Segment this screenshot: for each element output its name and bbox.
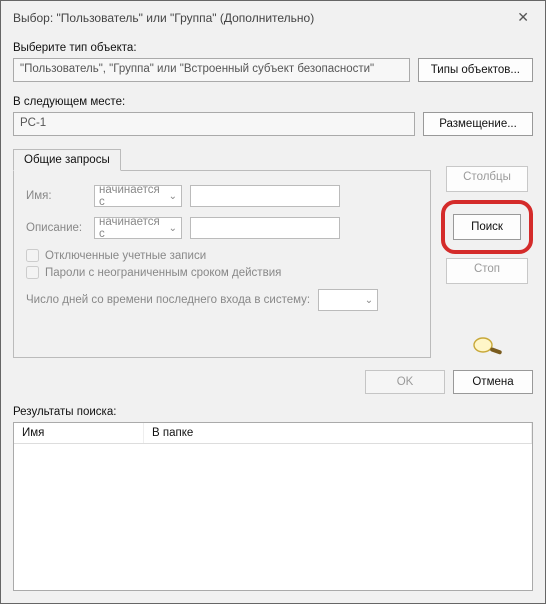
column-folder[interactable]: В папке (144, 423, 532, 443)
window-title: Выбор: "Пользователь" или "Группа" (Допо… (13, 11, 314, 25)
name-label: Имя: (26, 190, 86, 202)
close-icon[interactable]: ✕ (511, 9, 535, 26)
search-button[interactable]: Поиск (453, 214, 521, 240)
object-type-label: Выберите тип объекта: (13, 42, 533, 54)
column-name[interactable]: Имя (14, 423, 144, 443)
ok-button[interactable]: OK (365, 370, 445, 394)
disabled-accounts-checkbox[interactable] (26, 249, 39, 262)
cancel-button[interactable]: Отмена (453, 370, 533, 394)
chevron-down-icon: ⌄ (365, 295, 373, 306)
dialog-footer: OK Отмена (1, 358, 545, 406)
name-value-input[interactable] (190, 185, 340, 207)
days-since-login-label: Число дней со времени последнего входа в… (26, 294, 310, 306)
name-mode-value: начинается с (99, 184, 169, 208)
description-value-input[interactable] (190, 217, 340, 239)
tab-panel: Имя: начинается с ⌄ Описание: начинается… (13, 170, 431, 358)
object-types-button[interactable]: Типы объектов... (418, 58, 533, 82)
content-area: Выберите тип объекта: "Пользователь", "Г… (1, 34, 545, 358)
disabled-accounts-label: Отключенные учетные записи (45, 250, 206, 262)
results-header: Имя В папке (14, 423, 532, 444)
description-mode-select[interactable]: начинается с ⌄ (94, 217, 182, 239)
description-label: Описание: (26, 222, 86, 234)
search-callout: Поиск (441, 200, 533, 254)
locations-button[interactable]: Размещение... (423, 112, 533, 136)
object-type-input[interactable]: "Пользователь", "Группа" или "Встроенный… (13, 58, 410, 82)
days-since-login-select[interactable]: ⌄ (318, 289, 378, 311)
stop-button[interactable]: Стоп (446, 258, 528, 284)
tab-common-queries[interactable]: Общие запросы (13, 149, 121, 171)
nonexpiring-passwords-checkbox[interactable] (26, 266, 39, 279)
nonexpiring-passwords-label: Пароли с неограниченным сроком действия (45, 267, 281, 279)
magnifier-icon (469, 334, 505, 358)
name-mode-select[interactable]: начинается с ⌄ (94, 185, 182, 207)
results-body (14, 444, 532, 590)
location-input[interactable]: PC-1 (13, 112, 415, 136)
columns-button[interactable]: Столбцы (446, 166, 528, 192)
side-button-stack: Столбцы Поиск Стоп (441, 170, 533, 358)
results-label: Результаты поиска: (1, 406, 545, 422)
chevron-down-icon: ⌄ (169, 191, 177, 202)
location-label: В следующем месте: (13, 96, 533, 108)
titlebar: Выбор: "Пользователь" или "Группа" (Допо… (1, 1, 545, 34)
description-mode-value: начинается с (99, 216, 169, 240)
results-table: Имя В папке (13, 422, 533, 591)
dialog-window: Выбор: "Пользователь" или "Группа" (Допо… (0, 0, 546, 604)
chevron-down-icon: ⌄ (169, 223, 177, 234)
